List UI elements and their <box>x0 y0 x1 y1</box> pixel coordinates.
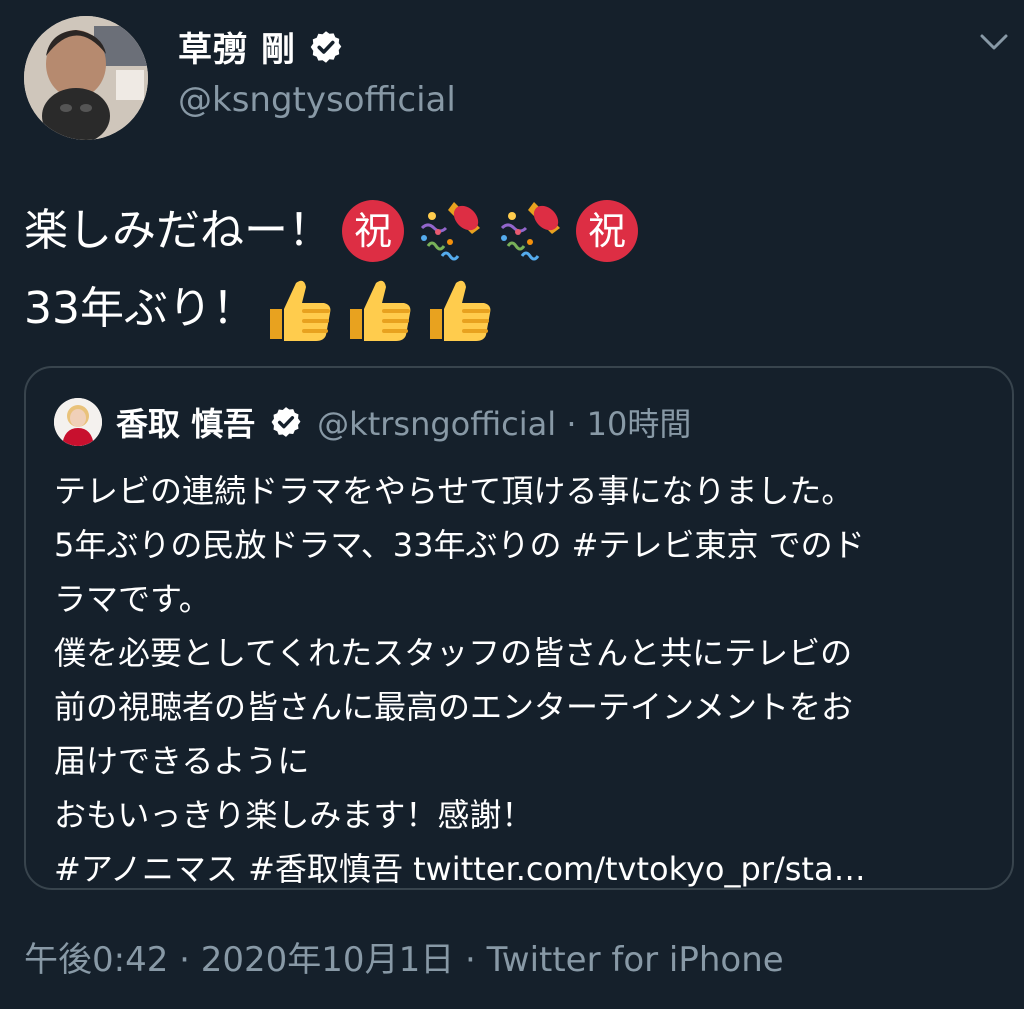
quoted-author-avatar[interactable] <box>54 398 102 446</box>
quoted-line: 届けできるように <box>54 742 310 780</box>
congratulation-ideograph-icon: 祝 <box>576 200 638 262</box>
quoted-line: ラマです。 <box>54 580 211 618</box>
verified-badge-icon <box>310 30 342 63</box>
author-name[interactable]: 草彅 剛 <box>178 22 296 71</box>
thumbs-up-icon <box>270 280 331 341</box>
thumbs-up-icon <box>430 280 491 341</box>
tweet-line-2: 33年ぶり！ <box>24 270 640 348</box>
author-avatar[interactable] <box>24 16 148 140</box>
party-popper-icon <box>500 202 560 261</box>
tweet-line-1: 楽しみだねー！ 祝 祝 <box>24 192 640 270</box>
party-popper-icon <box>420 202 480 261</box>
quoted-author-name[interactable]: 香取 慎吾 <box>116 399 255 445</box>
tweet-line-2-text: 33年ぶり！ <box>24 283 256 334</box>
quoted-line: おもいっきり楽しみます！感謝！ <box>54 796 534 834</box>
quoted-tweet-body: テレビの連続ドラマをやらせて頂ける事になりました。 5年ぶりの民放ドラマ、33年… <box>54 464 994 896</box>
verified-badge-icon <box>271 407 301 437</box>
quoted-line: 僕を必要としてくれたスタッフの皆さんと共にテレビの <box>54 634 853 672</box>
quoted-avatar-photo <box>54 398 102 446</box>
avatar-photo <box>24 16 148 140</box>
author-handle[interactable]: @ksngtysofficial <box>178 80 456 120</box>
quoted-line: 前の視聴者の皆さんに最高のエンターテインメントをお <box>54 688 854 726</box>
quoted-author-handle: @ktrsngofficial · 10時間 <box>317 399 691 445</box>
tweet-text: 楽しみだねー！ 祝 祝 33年ぶり！ <box>24 192 640 348</box>
thumbs-up-icon <box>350 280 411 341</box>
quoted-tweet[interactable]: 香取 慎吾 @ktrsngofficial · 10時間 テレビの連続ドラマをや… <box>24 366 1014 890</box>
svg-text:祝: 祝 <box>588 209 626 253</box>
quoted-tweet-header: 香取 慎吾 @ktrsngofficial · 10時間 <box>54 398 691 446</box>
tweet-line-1-text: 楽しみだねー！ <box>24 205 332 256</box>
chevron-down-icon[interactable] <box>978 30 1010 54</box>
tweet-meta: 午後0:42 · 2020年10月1日 · Twitter for iPhone <box>24 940 784 980</box>
quoted-timestamp: · 10時間 <box>556 405 692 443</box>
congratulation-ideograph-icon: 祝 <box>342 200 404 262</box>
svg-text:祝: 祝 <box>354 209 392 253</box>
quoted-line: テレビの連続ドラマをやらせて頂ける事になりました。 <box>54 472 854 510</box>
quoted-line: 5年ぶりの民放ドラマ、33年ぶりの #テレビ東京 でのド <box>54 526 865 564</box>
quoted-handle-text[interactable]: @ktrsngofficial <box>317 405 556 443</box>
author-name-row: 草彅 剛 <box>178 22 344 71</box>
quoted-line: #アノニマス #香取慎吾 twitter.com/tvtokyo_pr/sta… <box>54 850 866 888</box>
